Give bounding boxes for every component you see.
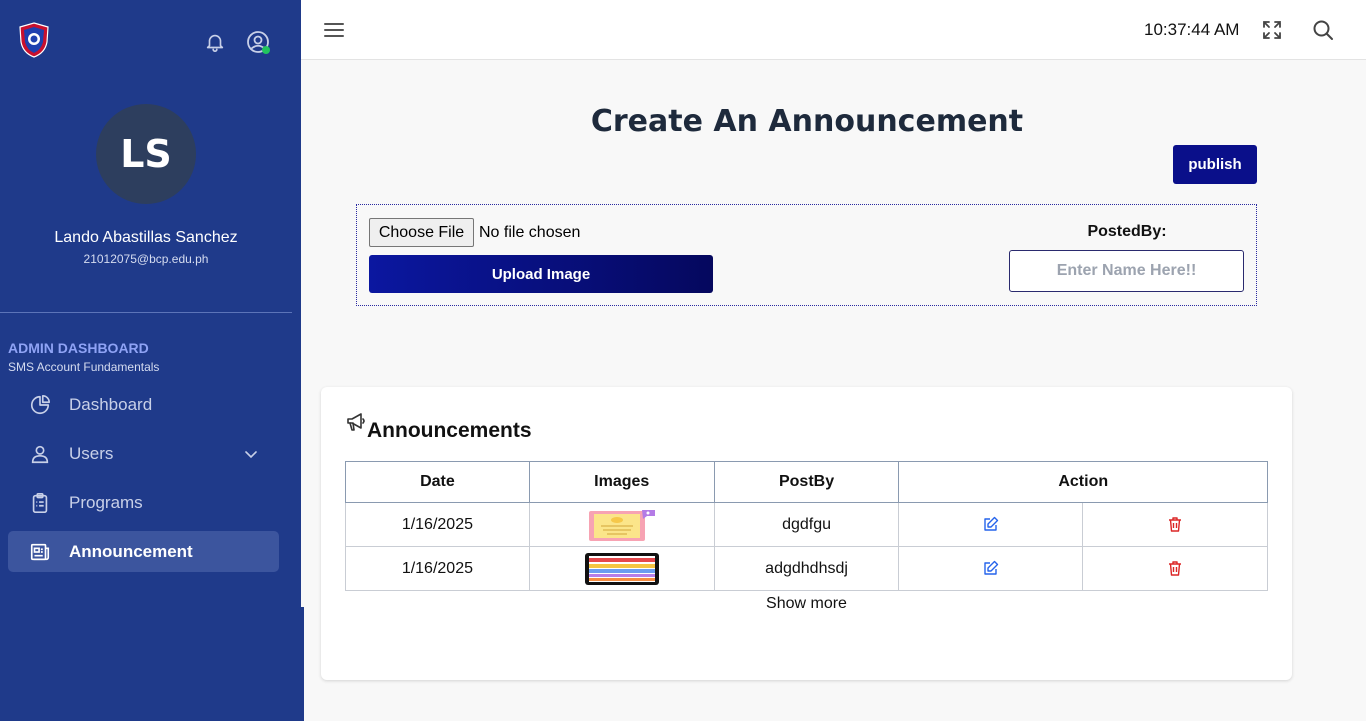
announcement-thumbnail[interactable] bbox=[585, 508, 659, 542]
sidebar-item-label: Announcement bbox=[69, 542, 193, 561]
cell-image bbox=[528, 502, 715, 547]
announcement-thumbnail[interactable] bbox=[584, 552, 659, 586]
cell-postby: adgdhdhsdj bbox=[713, 546, 900, 591]
publish-button[interactable]: publish bbox=[1173, 145, 1257, 184]
announcements-table: Date Images PostBy Action 1/16/2025 dgdf… bbox=[345, 461, 1268, 591]
table-row: 1/16/2025 adgdhdhsdj bbox=[345, 546, 1268, 591]
announcements-title: Announcements bbox=[367, 419, 532, 442]
sidebar-item-programs[interactable]: Programs bbox=[8, 482, 279, 523]
edit-icon[interactable] bbox=[983, 516, 999, 532]
cell-delete bbox=[1082, 546, 1268, 591]
fullscreen-icon[interactable] bbox=[1262, 20, 1282, 40]
chevron-down-icon[interactable] bbox=[244, 447, 258, 461]
trash-icon[interactable] bbox=[1167, 516, 1183, 532]
search-icon[interactable] bbox=[1312, 19, 1334, 41]
user-icon bbox=[31, 445, 49, 464]
megaphone-icon bbox=[347, 413, 365, 431]
page-title: Create An Announcement bbox=[590, 104, 1024, 139]
pie-chart-icon bbox=[30, 395, 50, 415]
cell-postby: dgdfgu bbox=[713, 502, 900, 547]
column-header-postby: PostBy bbox=[713, 461, 900, 503]
cell-date: 1/16/2025 bbox=[345, 546, 530, 591]
table-header-row: Date Images PostBy Action bbox=[345, 461, 1268, 503]
announcements-card: Announcements Date Images PostBy Action … bbox=[321, 387, 1292, 680]
trash-icon[interactable] bbox=[1167, 560, 1183, 576]
user-email: 21012075@bcp.edu.ph bbox=[83, 252, 209, 266]
cell-date: 1/16/2025 bbox=[345, 502, 530, 547]
sidebar-item-announcement[interactable]: Announcement bbox=[8, 531, 279, 572]
section-subtitle: SMS Account Fundamentals bbox=[8, 360, 160, 374]
cell-delete bbox=[1082, 502, 1268, 547]
hamburger-menu-icon[interactable] bbox=[323, 20, 345, 40]
sidebar-item-label: Users bbox=[69, 444, 114, 463]
sidebar-item-label: Dashboard bbox=[69, 395, 153, 414]
posted-by-input[interactable] bbox=[1009, 250, 1244, 292]
sidebar-item-users[interactable]: Users bbox=[8, 433, 279, 474]
sidebar-divider bbox=[0, 312, 292, 313]
column-header-date: Date bbox=[345, 461, 530, 503]
newspaper-icon bbox=[30, 543, 50, 561]
announcement-form: Choose File No file chosen Upload Image … bbox=[356, 204, 1257, 306]
clipboard-icon bbox=[32, 493, 48, 513]
upload-image-button[interactable]: Upload Image bbox=[369, 255, 713, 293]
sidebar-item-label: Programs bbox=[69, 493, 143, 512]
user-name: Lando Abastillas Sanchez bbox=[54, 229, 238, 246]
column-header-images: Images bbox=[528, 461, 715, 503]
notification-bell-icon[interactable] bbox=[204, 30, 226, 54]
clock: 10:37:44 AM bbox=[1144, 20, 1240, 39]
sidebar-item-dashboard[interactable]: Dashboard bbox=[8, 384, 279, 425]
online-status-dot bbox=[262, 46, 270, 54]
show-more-link[interactable]: Show more bbox=[345, 595, 1268, 613]
choose-file-button[interactable]: Choose File bbox=[369, 218, 474, 247]
posted-by-label: PostedBy: bbox=[1087, 223, 1167, 240]
file-status-text: No file chosen bbox=[479, 224, 581, 241]
edit-icon[interactable] bbox=[983, 560, 999, 576]
cell-edit bbox=[898, 502, 1084, 547]
section-title: ADMIN DASHBOARD bbox=[8, 340, 149, 356]
column-header-action: Action bbox=[898, 461, 1268, 503]
cell-edit bbox=[898, 546, 1084, 591]
table-row: 1/16/2025 dgdfgu bbox=[345, 502, 1268, 547]
sidebar-footer bbox=[0, 607, 304, 721]
sidebar: LS Lando Abastillas Sanchez 21012075@bcp… bbox=[0, 0, 301, 607]
top-bar: 10:37:44 AM bbox=[301, 0, 1366, 60]
cell-image bbox=[528, 546, 715, 591]
avatar: LS bbox=[96, 104, 196, 204]
school-logo bbox=[19, 22, 49, 58]
